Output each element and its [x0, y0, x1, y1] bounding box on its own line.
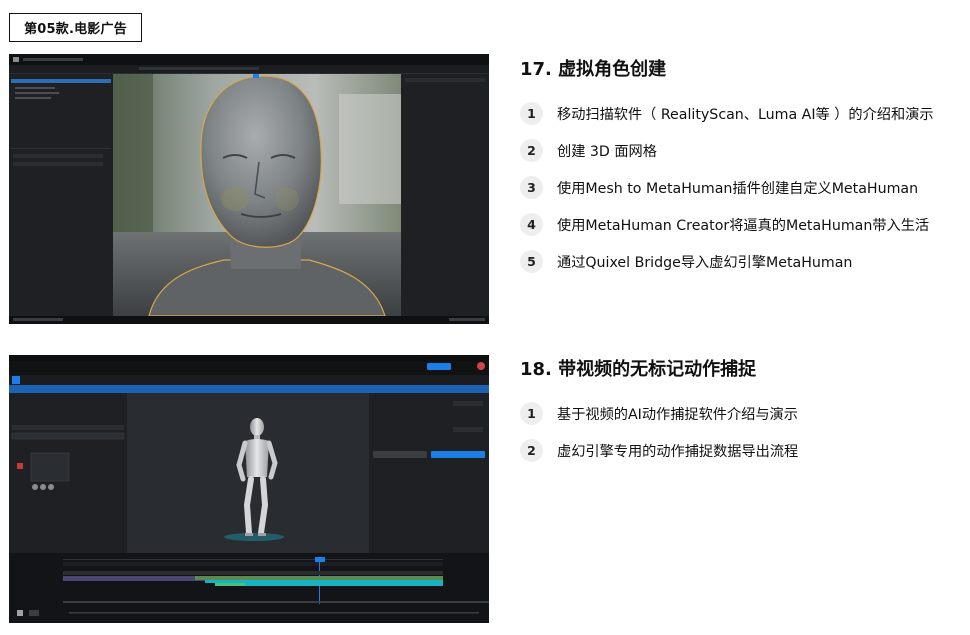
list-item: 4 使用MetaHuman Creator将逼真的MetaHuman带入生活: [520, 206, 934, 243]
unreal-editor-illustration: [9, 54, 489, 324]
section-17-title: 17. 虚拟角色创建: [520, 59, 667, 80]
list-item-text: 使用Mesh to MetaHuman插件创建自定义MetaHuman: [557, 180, 919, 197]
course-tag: 第05款.电影广告: [9, 13, 142, 42]
unreal-editor-screenshot: [9, 54, 489, 324]
list-item: 2 创建 3D 面网格: [520, 132, 934, 169]
number-badge: 5: [520, 250, 543, 273]
list-item-text: 通过Quixel Bridge导入虚幻引擎MetaHuman: [557, 254, 853, 271]
list-item: 1 基于视频的AI动作捕捉软件介绍与演示: [520, 395, 798, 432]
number-badge: 2: [520, 139, 543, 162]
list-item-text: 创建 3D 面网格: [557, 143, 657, 160]
mocap-software-illustration: [9, 355, 489, 623]
mocap-software-screenshot: [9, 355, 489, 623]
list-item: 2 虚幻引擎专用的动作捕捉数据导出流程: [520, 432, 798, 469]
list-item: 5 通过Quixel Bridge导入虚幻引擎MetaHuman: [520, 243, 934, 280]
section-18-list: 1 基于视频的AI动作捕捉软件介绍与演示 2 虚幻引擎专用的动作捕捉数据导出流程: [520, 395, 798, 469]
number-badge: 1: [520, 102, 543, 125]
course-tag-label: 第05款.电影广告: [24, 22, 127, 37]
number-badge: 3: [520, 176, 543, 199]
section-17-list: 1 移动扫描软件（ RealityScan、Luma AI等 ）的介绍和演示 2…: [520, 95, 934, 280]
number-badge: 1: [520, 402, 543, 425]
section-18: 18. 带视频的无标记动作捕捉 1 基于视频的AI动作捕捉软件介绍与演示 2 虚…: [520, 357, 798, 469]
list-item: 1 移动扫描软件（ RealityScan、Luma AI等 ）的介绍和演示: [520, 95, 934, 132]
list-item-text: 使用MetaHuman Creator将逼真的MetaHuman带入生活: [557, 217, 930, 234]
list-item: 3 使用Mesh to MetaHuman插件创建自定义MetaHuman: [520, 169, 934, 206]
list-item-text: 基于视频的AI动作捕捉软件介绍与演示: [557, 406, 798, 423]
section-17: 17. 虚拟角色创建 1 移动扫描软件（ RealityScan、Luma AI…: [520, 57, 934, 280]
section-18-title: 18. 带视频的无标记动作捕捉: [520, 359, 757, 380]
list-item-text: 移动扫描软件（ RealityScan、Luma AI等 ）的介绍和演示: [557, 106, 934, 123]
list-item-text: 虚幻引擎专用的动作捕捉数据导出流程: [557, 443, 799, 460]
number-badge: 2: [520, 439, 543, 462]
number-badge: 4: [520, 213, 543, 236]
